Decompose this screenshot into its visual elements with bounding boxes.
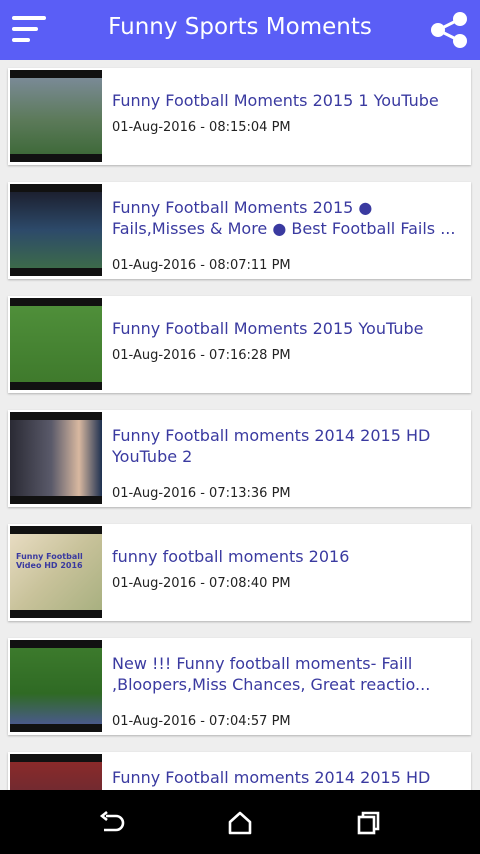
video-title: Funny Football Moments 2015 ● Fails,Miss…: [112, 198, 456, 238]
video-date: 01-Aug-2016 - 07:08:40 PM: [112, 576, 291, 591]
video-item[interactable]: Funny Football Moments 2015 ● Fails,Miss…: [8, 182, 471, 279]
video-item[interactable]: New !!! Funny football moments- Faill ,B…: [8, 638, 471, 735]
video-date: 01-Aug-2016 - 07:16:28 PM: [112, 348, 291, 363]
video-date: 01-Aug-2016 - 07:04:57 PM: [112, 714, 291, 729]
back-icon[interactable]: [94, 808, 130, 838]
video-title: New !!! Funny football moments- Faill ,B…: [112, 654, 431, 694]
video-item[interactable]: Funny Football moments 2014 2015 HD YouT…: [8, 410, 471, 507]
video-date: 01-Aug-2016 - 07:13:36 PM: [112, 486, 291, 501]
video-thumbnail: [10, 298, 102, 390]
video-thumbnail: Funny Football Video HD 2016: [10, 526, 102, 618]
home-icon[interactable]: [222, 808, 258, 838]
video-title: funny football moments 2016: [112, 547, 350, 566]
video-title: Funny Football Moments 2015 1 YouTube: [112, 91, 439, 110]
video-date: 01-Aug-2016 - 08:07:11 PM: [112, 258, 291, 273]
app-bar: Funny Sports Moments: [0, 0, 480, 60]
video-title: Funny Football Moments 2015 YouTube: [112, 319, 424, 338]
video-thumbnail: [10, 754, 102, 790]
video-item[interactable]: Funny Football Video HD 2016 funny footb…: [8, 524, 471, 621]
video-thumbnail: [10, 184, 102, 276]
video-title: Funny Football moments 2014 2015 HD YouT…: [112, 768, 431, 790]
app-title: Funny Sports Moments: [108, 14, 372, 40]
video-item[interactable]: Funny Football Moments 2015 1 YouTube 01…: [8, 68, 471, 165]
system-nav-bar: [0, 790, 480, 854]
video-list[interactable]: Funny Football Moments 2015 1 YouTube 01…: [0, 60, 480, 790]
video-thumbnail: [10, 640, 102, 732]
video-item[interactable]: Funny Football Moments 2015 YouTube 01-A…: [8, 296, 471, 393]
share-icon[interactable]: [428, 10, 472, 50]
video-title: Funny Football moments 2014 2015 HD YouT…: [112, 426, 431, 466]
video-date: 01-Aug-2016 - 08:15:04 PM: [112, 120, 291, 135]
video-thumbnail: [10, 70, 102, 162]
video-thumbnail: [10, 412, 102, 504]
thumbnail-caption: Funny Football Video HD 2016: [16, 552, 83, 570]
recents-icon[interactable]: [350, 808, 386, 838]
video-item[interactable]: Funny Football moments 2014 2015 HD YouT…: [8, 752, 471, 790]
